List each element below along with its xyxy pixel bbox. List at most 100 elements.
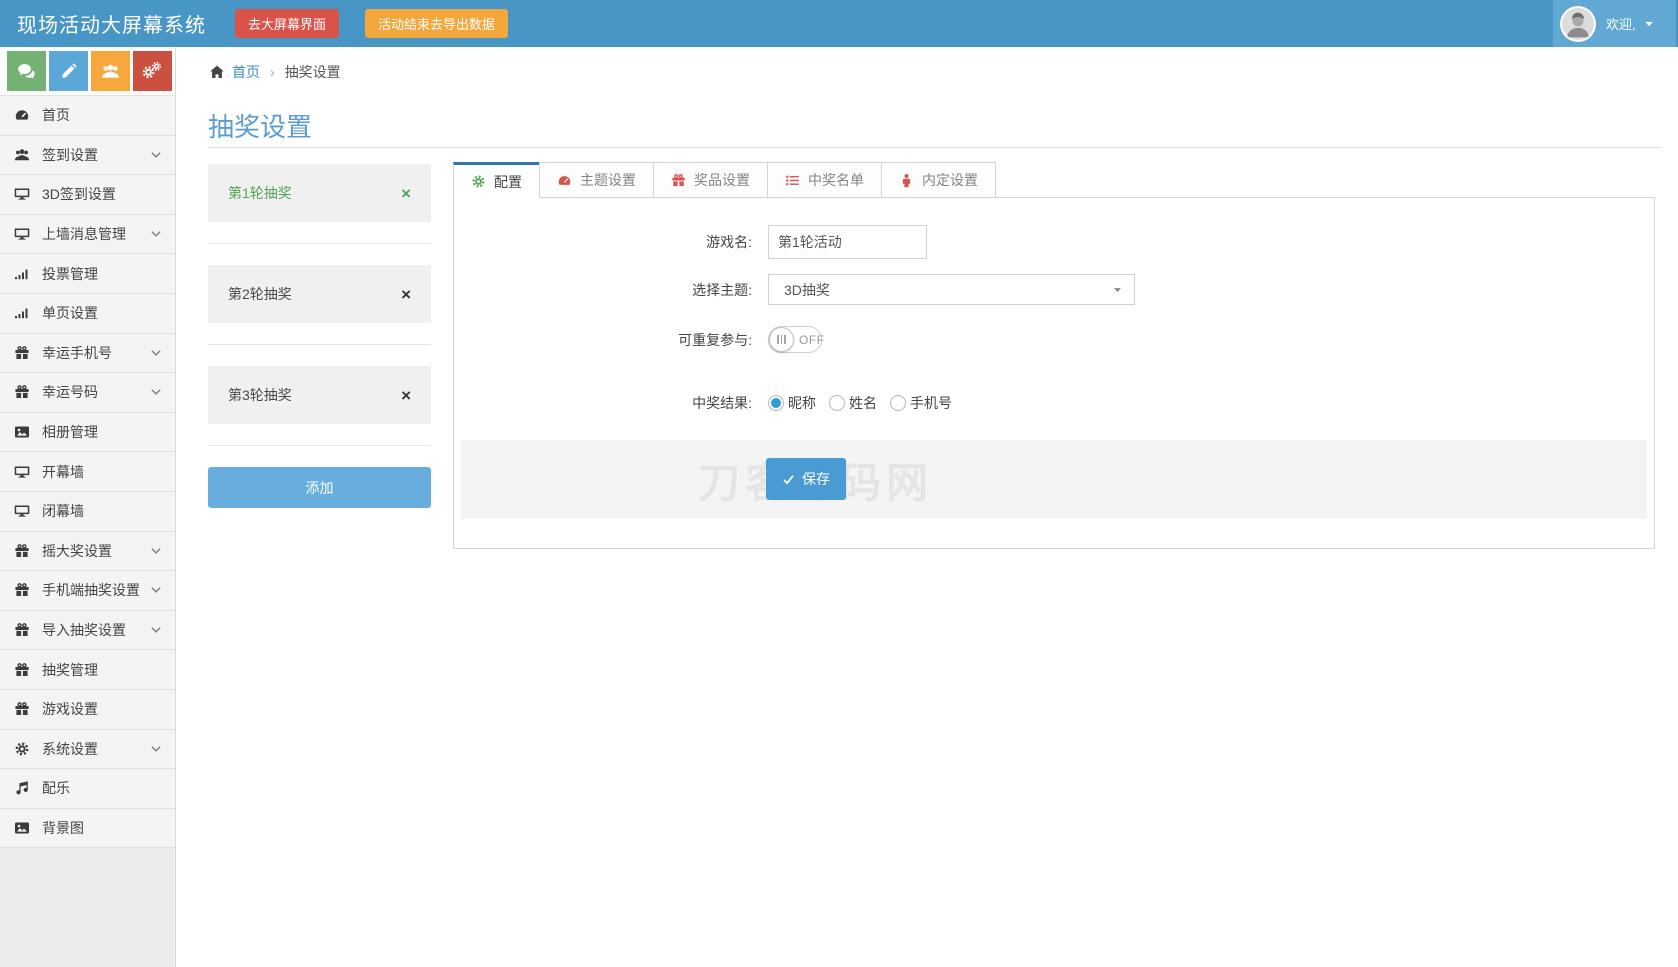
toggle-handle bbox=[769, 327, 794, 352]
radio-option-label: 昵称 bbox=[788, 393, 816, 413]
chevron-down-icon bbox=[150, 545, 162, 557]
sidebar-item[interactable]: 投票管理 bbox=[0, 254, 175, 294]
sidebar-menu: 首页 签到设置 3D签到设置 上墙消息管理 投票管理 bbox=[0, 96, 175, 848]
go-big-screen-button[interactable]: 去大屏幕界面 bbox=[235, 9, 339, 38]
top-navbar: 现场活动大屏幕系统 去大屏幕界面 活动结束去导出数据 欢迎, bbox=[0, 0, 1678, 47]
radio-option[interactable]: 手机号 bbox=[890, 393, 952, 413]
sidebar-item-label: 签到设置 bbox=[42, 145, 98, 165]
sidebar-item[interactable]: 3D签到设置 bbox=[0, 175, 175, 215]
add-round-button[interactable]: 添加 bbox=[208, 467, 431, 508]
round-item[interactable]: 第2轮抽奖 × bbox=[208, 265, 431, 323]
close-icon[interactable]: × bbox=[401, 387, 411, 404]
sidebar-item-label: 背景图 bbox=[42, 818, 84, 838]
tab[interactable]: 主题设置 bbox=[539, 162, 654, 197]
sidebar-item-label: 相册管理 bbox=[42, 422, 98, 442]
sidebar-item-icon bbox=[14, 662, 30, 678]
theme-select[interactable]: 3D抽奖 bbox=[768, 274, 1135, 305]
sidebar-item[interactable]: 抽奖管理 bbox=[0, 650, 175, 690]
sidebar-item-label: 首页 bbox=[42, 105, 70, 125]
home-icon bbox=[209, 64, 225, 80]
repeatable-label: 可重复参与: bbox=[454, 330, 752, 350]
sidebar-item-icon bbox=[14, 543, 30, 559]
game-name-row: 游戏名: bbox=[454, 225, 1654, 259]
tab[interactable]: 中奖名单 bbox=[767, 162, 882, 197]
tab-label: 奖品设置 bbox=[694, 170, 750, 190]
chevron-down-icon bbox=[150, 743, 162, 755]
tab[interactable]: 内定设置 bbox=[881, 162, 996, 197]
sidebar-item[interactable]: 导入抽奖设置 bbox=[0, 611, 175, 651]
save-button[interactable]: 保存 bbox=[766, 458, 846, 500]
sidebar-item[interactable]: 闭幕墙 bbox=[0, 492, 175, 532]
sidebar-item-icon bbox=[14, 345, 30, 361]
sidebar-item[interactable]: 摇大奖设置 bbox=[0, 532, 175, 572]
title-divider bbox=[208, 147, 1660, 148]
round-label: 第2轮抽奖 bbox=[228, 284, 292, 304]
sidebar-item[interactable]: 单页设置 bbox=[0, 294, 175, 334]
close-icon[interactable]: × bbox=[401, 185, 411, 202]
close-icon[interactable]: × bbox=[401, 286, 411, 303]
sidebar-item[interactable]: 开幕墙 bbox=[0, 452, 175, 492]
sidebar-item-label: 配乐 bbox=[42, 778, 70, 798]
game-name-label: 游戏名: bbox=[454, 232, 752, 252]
caret-down-icon bbox=[1643, 18, 1655, 30]
sidebar: 首页 签到设置 3D签到设置 上墙消息管理 投票管理 bbox=[0, 96, 176, 967]
sidebar-item-icon bbox=[14, 741, 30, 757]
sidebar-item-label: 抽奖管理 bbox=[42, 660, 98, 680]
sidebar-item-label: 上墙消息管理 bbox=[42, 224, 126, 244]
caret-down-icon bbox=[1112, 284, 1123, 295]
radio-circle bbox=[768, 395, 784, 411]
breadcrumb-current: 抽奖设置 bbox=[285, 62, 341, 82]
sidebar-item-label: 单页设置 bbox=[42, 303, 98, 323]
round-item[interactable]: 第1轮抽奖 × bbox=[208, 164, 431, 222]
tab-label: 配置 bbox=[494, 172, 522, 192]
result-label: 中奖结果: bbox=[454, 393, 752, 413]
quick-action-button[interactable] bbox=[133, 51, 172, 91]
sidebar-item[interactable]: 配乐 bbox=[0, 769, 175, 809]
round-item[interactable]: 第3轮抽奖 × bbox=[208, 366, 431, 424]
theme-label: 选择主题: bbox=[454, 280, 752, 300]
sidebar-item-label: 导入抽奖设置 bbox=[42, 620, 126, 640]
tab-icon bbox=[471, 174, 486, 189]
sidebar-item[interactable]: 幸运号码 bbox=[0, 373, 175, 413]
user-menu[interactable]: 欢迎, bbox=[1553, 0, 1676, 47]
sidebar-item-icon bbox=[14, 107, 30, 123]
radio-option[interactable]: 姓名 bbox=[829, 393, 877, 413]
export-data-button[interactable]: 活动结束去导出数据 bbox=[365, 9, 508, 38]
repeatable-toggle[interactable]: OFF bbox=[768, 326, 822, 353]
breadcrumb-home-link[interactable]: 首页 bbox=[232, 62, 260, 82]
round-cell: 第3轮抽奖 × bbox=[208, 366, 431, 446]
tabs-row: 配置 主题设置 奖品设置 中奖名单 内定设置 bbox=[453, 162, 1655, 197]
quick-action-button[interactable] bbox=[49, 51, 88, 91]
radio-option[interactable]: 昵称 bbox=[768, 393, 816, 413]
sidebar-item-label: 3D签到设置 bbox=[42, 184, 116, 204]
sidebar-item[interactable]: 首页 bbox=[0, 96, 175, 136]
sidebar-item-icon bbox=[14, 305, 30, 321]
tab-icon bbox=[671, 173, 686, 188]
sidebar-item[interactable]: 相册管理 bbox=[0, 413, 175, 453]
sidebar-item[interactable]: 幸运手机号 bbox=[0, 334, 175, 374]
app-root: 现场活动大屏幕系统 去大屏幕界面 活动结束去导出数据 欢迎, bbox=[0, 0, 1678, 967]
sidebar-item-icon bbox=[14, 503, 30, 519]
quick-action-icon bbox=[17, 62, 36, 81]
tab[interactable]: 奖品设置 bbox=[653, 162, 768, 197]
sidebar-item-icon bbox=[14, 622, 30, 638]
breadcrumb: 首页 › 抽奖设置 bbox=[176, 47, 1678, 96]
round-label: 第1轮抽奖 bbox=[228, 183, 292, 203]
quick-action-button[interactable] bbox=[7, 51, 46, 91]
quick-action-icon bbox=[101, 62, 120, 81]
tab[interactable]: 配置 bbox=[453, 162, 540, 198]
form-actions: 刀客源码网 保存 bbox=[461, 440, 1647, 519]
quick-button-strip bbox=[0, 47, 176, 96]
sidebar-item[interactable]: 签到设置 bbox=[0, 136, 175, 176]
sidebar-item[interactable]: 背景图 bbox=[0, 809, 175, 849]
quick-action-button[interactable] bbox=[91, 51, 130, 91]
sidebar-item-label: 系统设置 bbox=[42, 739, 98, 759]
sidebar-item[interactable]: 游戏设置 bbox=[0, 690, 175, 730]
game-name-input[interactable] bbox=[768, 225, 927, 259]
sidebar-item[interactable]: 系统设置 bbox=[0, 730, 175, 770]
sidebar-item-label: 闭幕墙 bbox=[42, 501, 84, 521]
sidebar-item[interactable]: 上墙消息管理 bbox=[0, 215, 175, 255]
rounds-list: 第1轮抽奖 × 第2轮抽奖 × 第3轮抽奖 × bbox=[208, 164, 431, 508]
sidebar-item-label: 手机端抽奖设置 bbox=[42, 580, 140, 600]
sidebar-item[interactable]: 手机端抽奖设置 bbox=[0, 571, 175, 611]
